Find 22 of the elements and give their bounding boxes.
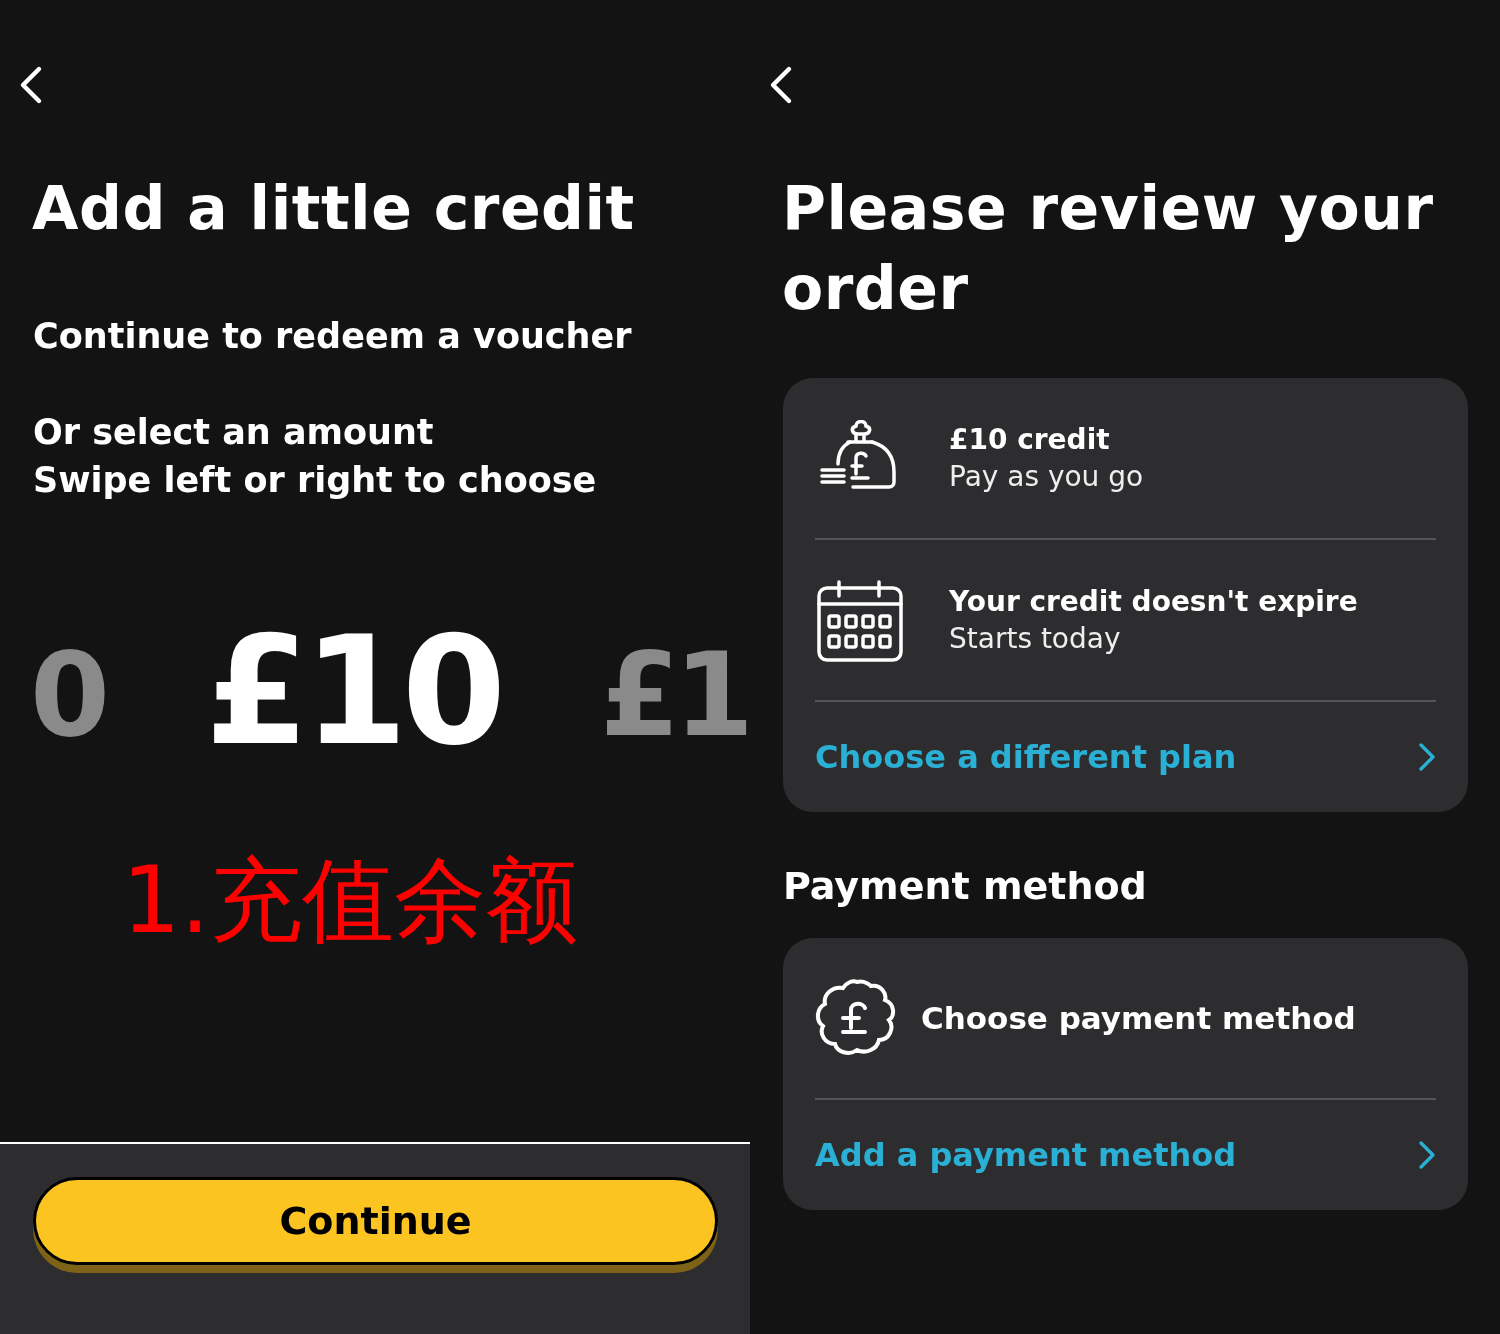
amount-option[interactable]: 0 [30, 620, 105, 770]
page-title: Add a little credit [32, 172, 636, 245]
chevron-right-icon [1418, 742, 1436, 772]
voucher-text: Continue to redeem a voucher [33, 315, 633, 358]
back-icon [769, 65, 793, 105]
change-plan-link[interactable]: Choose a different plan [815, 702, 1436, 812]
amount-option[interactable]: £10 [205, 616, 501, 766]
section-heading: Payment method [783, 864, 1148, 908]
amount-option[interactable]: £1 [600, 620, 749, 770]
annotation-text: 1.充值余额 [122, 846, 579, 956]
page-title: Please review your order [782, 172, 1435, 325]
back-icon [19, 65, 43, 105]
select-heading: Or select an amount [33, 411, 435, 454]
plan-item-subtitle: Pay as you go [949, 460, 1144, 493]
select-hint: Swipe left or right to choose [33, 459, 598, 502]
payment-title: Choose payment method [921, 1000, 1356, 1036]
chevron-right-icon [1418, 1140, 1436, 1170]
plan-item-title: Your credit doesn't expire [949, 585, 1358, 618]
plan-item-title: £10 credit [949, 423, 1111, 456]
plan-item-subtitle: Starts today [949, 622, 1122, 655]
calendar-icon [817, 578, 903, 662]
add-payment-link[interactable]: Add a payment method [815, 1100, 1436, 1210]
